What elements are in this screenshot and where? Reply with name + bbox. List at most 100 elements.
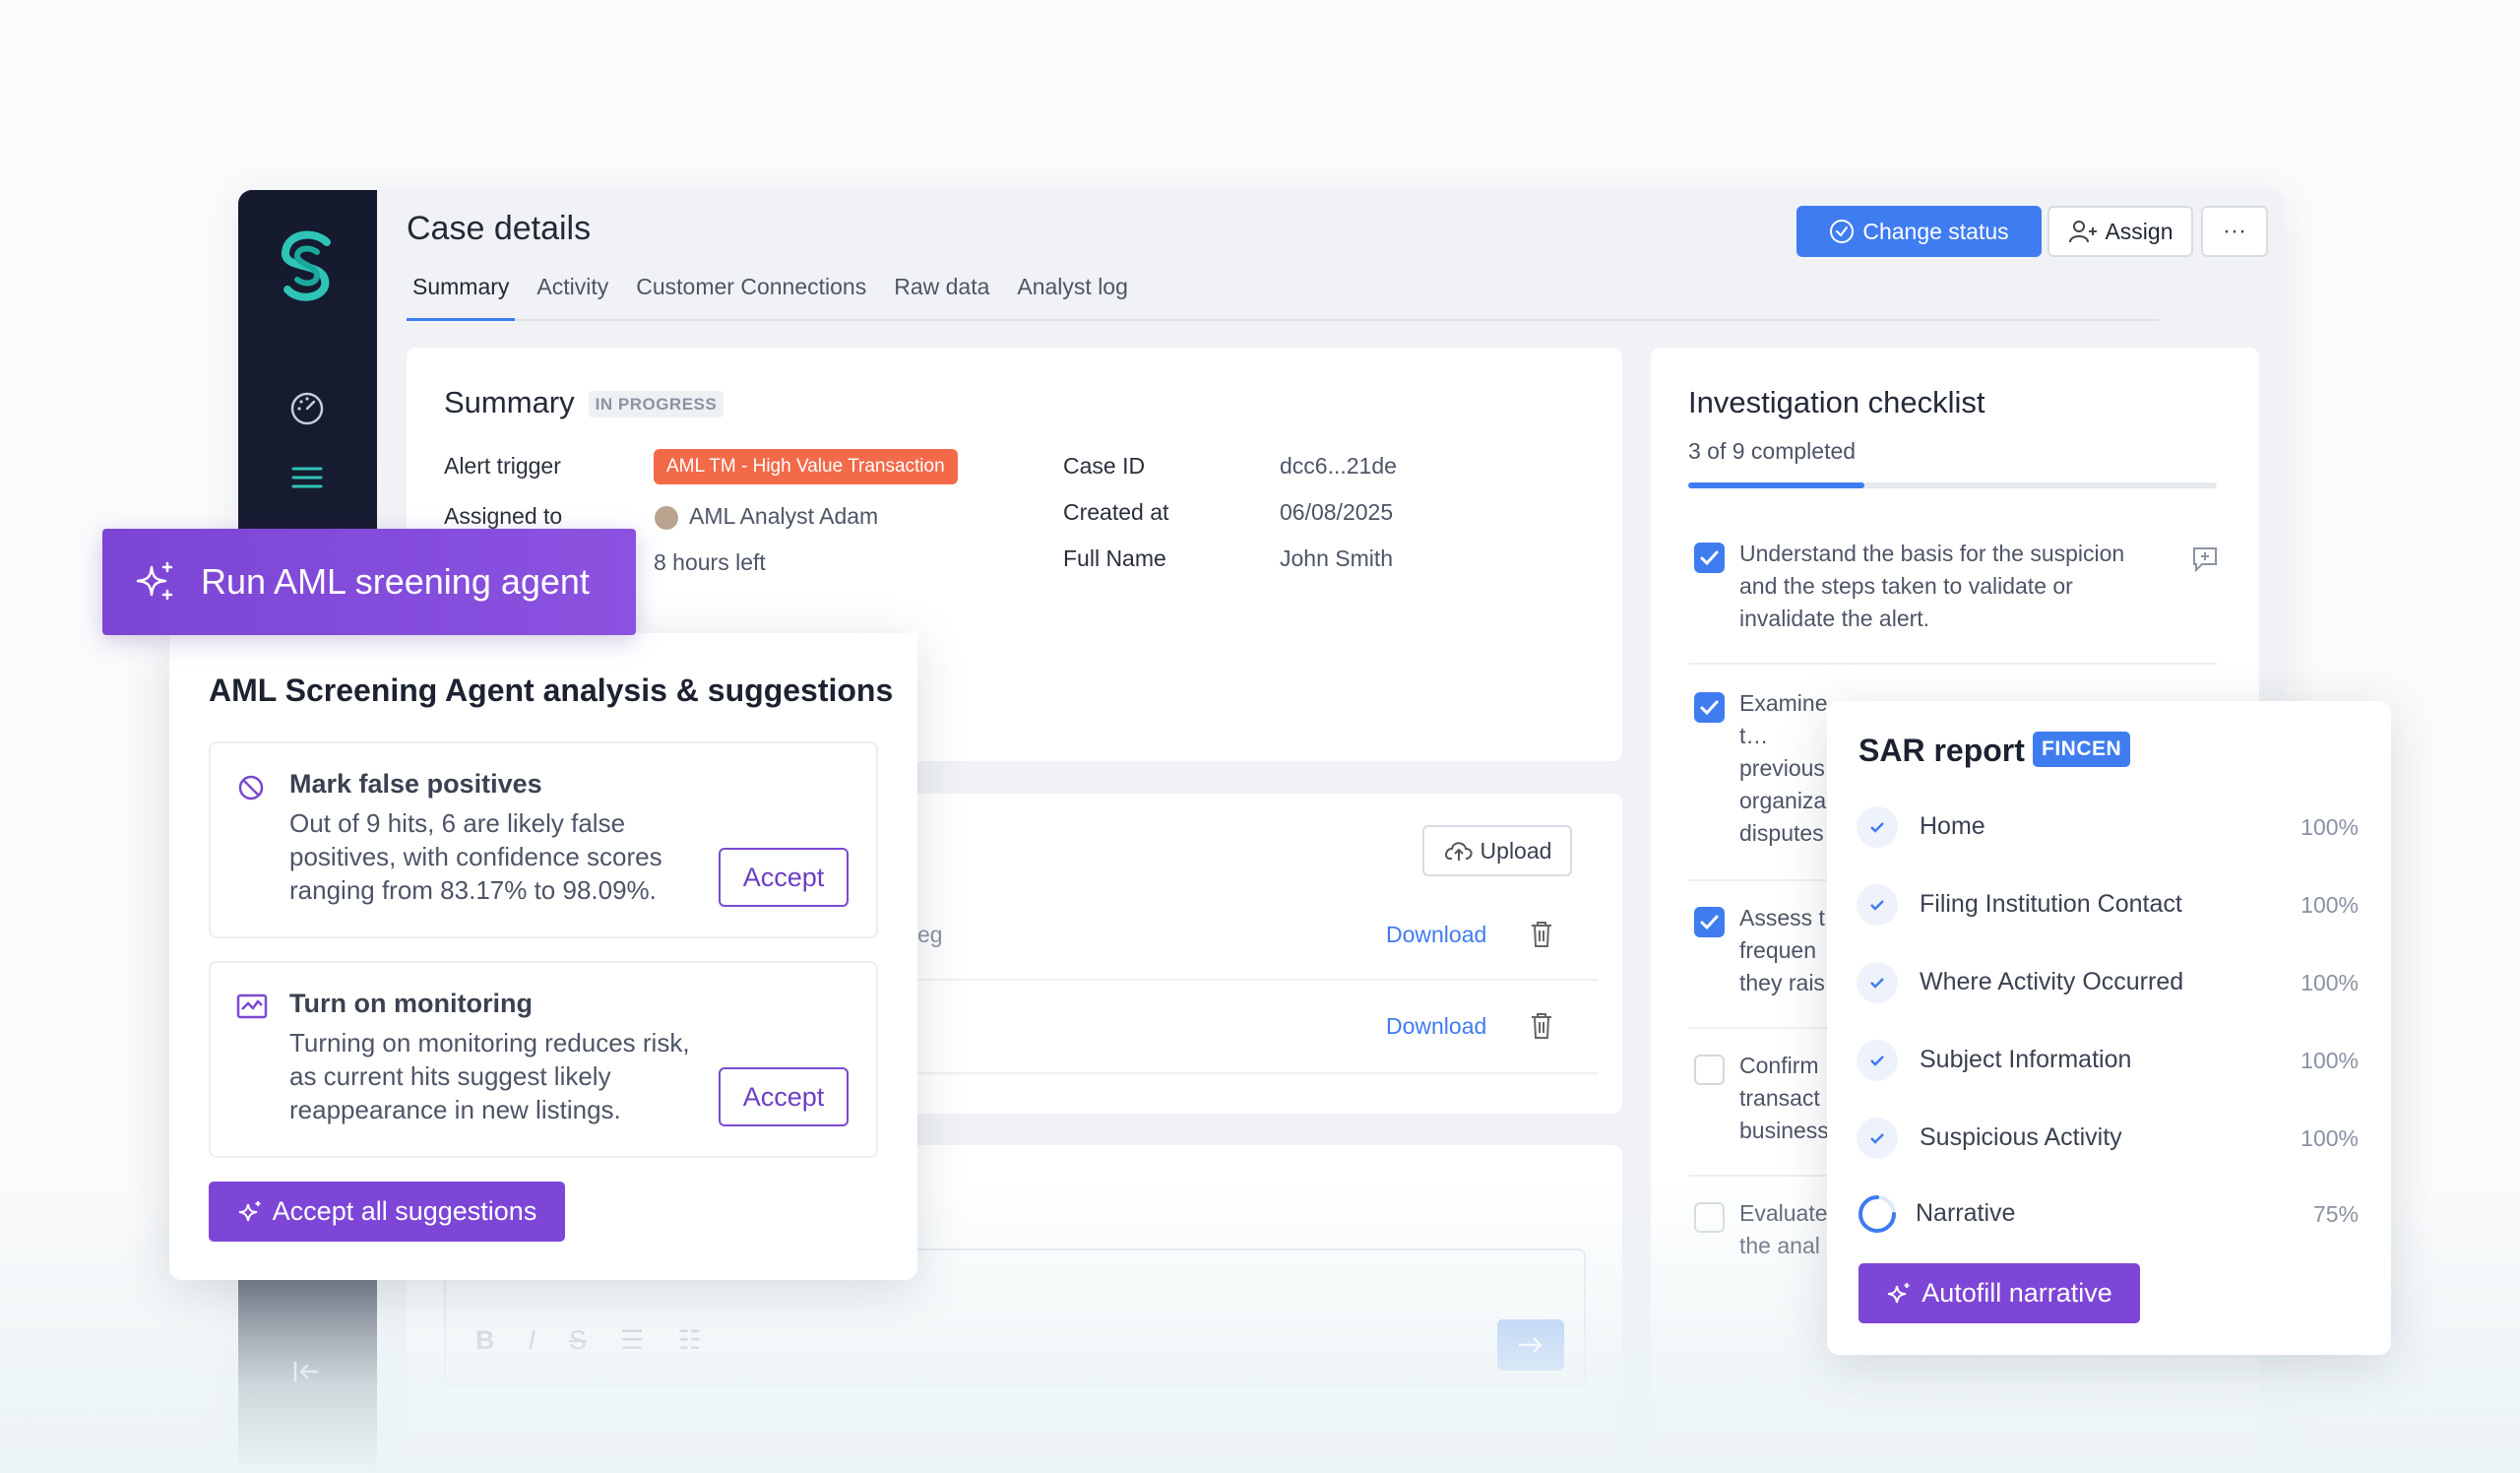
dashboard-gauge-icon[interactable]	[287, 389, 327, 428]
tab-customer-connections[interactable]: Customer Connections	[630, 272, 872, 321]
checklist-progress-text: 3 of 9 completed	[1688, 438, 1857, 464]
add-comment-icon[interactable]	[2190, 544, 2220, 574]
sar-title: SAR report	[1858, 733, 2025, 768]
aml-agent-panel: AML Screening Agent analysis & suggestio…	[169, 633, 917, 1280]
bold-icon[interactable]: B	[475, 1325, 495, 1356]
trash-icon[interactable]	[1529, 920, 1554, 949]
case-tabs: Summary Activity Customer Connections Ra…	[407, 272, 2159, 321]
case-id-value: dcc6...21de	[1280, 453, 1397, 479]
checklist-checkbox-5[interactable]	[1694, 1202, 1725, 1233]
checklist-progress-fill	[1688, 482, 1864, 488]
autofill-label: Autofill narrative	[1922, 1278, 2112, 1308]
more-options-button[interactable]: ···	[2201, 206, 2268, 257]
checklist-divider	[1688, 663, 2217, 665]
checklist-title: Investigation checklist	[1688, 385, 1985, 419]
sar-section-row[interactable]: Where Activity Occurred 100%	[1857, 962, 2359, 1005]
summary-heading: Summary IN PROGRESS	[444, 385, 724, 420]
sar-section-percent: 100%	[2300, 1125, 2359, 1151]
case-id-label: Case ID	[1063, 453, 1146, 479]
arrow-right-icon	[1519, 1337, 1543, 1353]
sparkles-icon	[238, 1200, 261, 1221]
send-button[interactable]	[1497, 1319, 1564, 1371]
created-at-value: 06/08/2025	[1280, 499, 1394, 525]
full-name-value: John Smith	[1280, 545, 1394, 571]
more-icon: ···	[2223, 218, 2246, 244]
sar-section-row[interactable]: Suspicious Activity 100%	[1857, 1118, 2359, 1161]
checklist-item-2: Examine t… previous organiza disputes su…	[1739, 690, 1828, 855]
monitoring-chart-icon	[236, 993, 268, 1019]
fincen-badge: FINCEN	[2033, 732, 2131, 767]
numbered-list-icon[interactable]: ☷	[677, 1325, 701, 1356]
checklist-item-5: Evaluate the anal	[1739, 1200, 1828, 1258]
download-link-2[interactable]: Download	[1386, 1013, 1486, 1040]
alert-trigger-label: Alert trigger	[444, 453, 561, 479]
suggestion-title: Turn on monitoring	[289, 989, 533, 1018]
check-icon	[1857, 1118, 1898, 1159]
checklist-item-4: Confirm transact business	[1739, 1053, 1828, 1143]
tab-raw-data[interactable]: Raw data	[888, 272, 995, 321]
change-status-button[interactable]: Change status	[1796, 206, 2042, 257]
checklist-item-3: Assess t frequen they rais	[1739, 905, 1825, 995]
check-icon	[1857, 962, 1898, 1003]
time-left: 8 hours left	[654, 549, 766, 575]
suggestion-card: Turn on monitoring Turning on monitoring…	[209, 961, 878, 1158]
sar-section-row[interactable]: Filing Institution Contact 100%	[1857, 884, 2359, 928]
checklist-item-1: Understand the basis for the suspicion a…	[1739, 541, 2125, 631]
checklist-checkbox-1[interactable]	[1694, 543, 1725, 573]
assign-button[interactable]: Assign	[2048, 206, 2193, 257]
page-title: Case details	[407, 210, 592, 247]
sar-section-row[interactable]: Home 100%	[1857, 806, 2359, 850]
check-icon	[1857, 1040, 1898, 1081]
checklist-checkbox-2[interactable]	[1694, 692, 1725, 723]
sar-section-percent: 75%	[2312, 1201, 2359, 1227]
accept-all-suggestions-button[interactable]: Accept all suggestions	[209, 1182, 565, 1242]
run-aml-agent-button[interactable]: Run AML sreening agent	[102, 529, 636, 635]
accept-button[interactable]: Accept	[719, 848, 849, 907]
checklist-progress-bar	[1688, 482, 2217, 488]
italic-icon[interactable]: I	[529, 1325, 536, 1356]
sar-section-label: Filing Institution Contact	[1920, 890, 2182, 918]
sar-section-percent: 100%	[2300, 970, 2359, 995]
accept-button[interactable]: Accept	[719, 1067, 849, 1126]
autofill-narrative-button[interactable]: Autofill narrative	[1858, 1263, 2140, 1323]
checklist-checkbox-4[interactable]	[1694, 1055, 1725, 1085]
assigned-to-value[interactable]: AML Analyst Adam	[689, 503, 878, 530]
tab-summary[interactable]: Summary	[407, 272, 516, 321]
sar-section-percent: 100%	[2300, 892, 2359, 918]
upload-label: Upload	[1480, 837, 1552, 864]
file-name-fragment: eg	[917, 922, 943, 947]
created-at-label: Created at	[1063, 499, 1169, 525]
status-badge: IN PROGRESS	[588, 390, 724, 417]
upload-button[interactable]: Upload	[1422, 825, 1572, 876]
editor-toolbar: B I S ☰ ☷	[475, 1325, 701, 1356]
trash-icon[interactable]	[1529, 1011, 1554, 1041]
summary-title: Summary	[444, 385, 575, 419]
sparkles-icon	[136, 561, 173, 601]
avatar	[655, 506, 678, 530]
change-status-label: Change status	[1862, 218, 2009, 244]
tab-activity[interactable]: Activity	[531, 272, 614, 321]
sar-section-label: Suspicious Activity	[1920, 1123, 2122, 1151]
cloud-upload-icon	[1444, 842, 1473, 861]
sar-section-row[interactable]: Subject Information 100%	[1857, 1040, 2359, 1083]
collapse-sidebar-icon[interactable]	[287, 1352, 327, 1391]
check-icon	[1857, 884, 1898, 926]
cases-list-icon[interactable]	[287, 458, 327, 497]
sar-section-percent: 100%	[2300, 814, 2359, 840]
sar-section-row[interactable]: Narrative 75%	[1857, 1193, 2359, 1237]
assign-label: Assign	[2105, 218, 2174, 244]
tab-analyst-log[interactable]: Analyst log	[1011, 272, 1134, 321]
sar-section-label: Home	[1920, 812, 1985, 840]
sar-section-label: Where Activity Occurred	[1920, 968, 2184, 995]
checklist-checkbox-3[interactable]	[1694, 907, 1725, 937]
check-circle-icon	[1830, 220, 1855, 243]
suggestion-card: Mark false positives Out of 9 hits, 6 ar…	[209, 741, 878, 938]
accept-all-label: Accept all suggestions	[272, 1196, 537, 1226]
strikethrough-icon[interactable]: S	[569, 1325, 587, 1356]
suggestion-description: Turning on monitoring reduces risk, as c…	[289, 1028, 690, 1124]
sar-section-percent: 100%	[2300, 1048, 2359, 1073]
add-user-icon	[2069, 221, 2098, 243]
bullet-list-icon[interactable]: ☰	[620, 1325, 644, 1356]
alert-trigger-badge[interactable]: AML TM - High Value Transaction	[654, 449, 958, 484]
download-link-1[interactable]: Download	[1386, 922, 1486, 948]
